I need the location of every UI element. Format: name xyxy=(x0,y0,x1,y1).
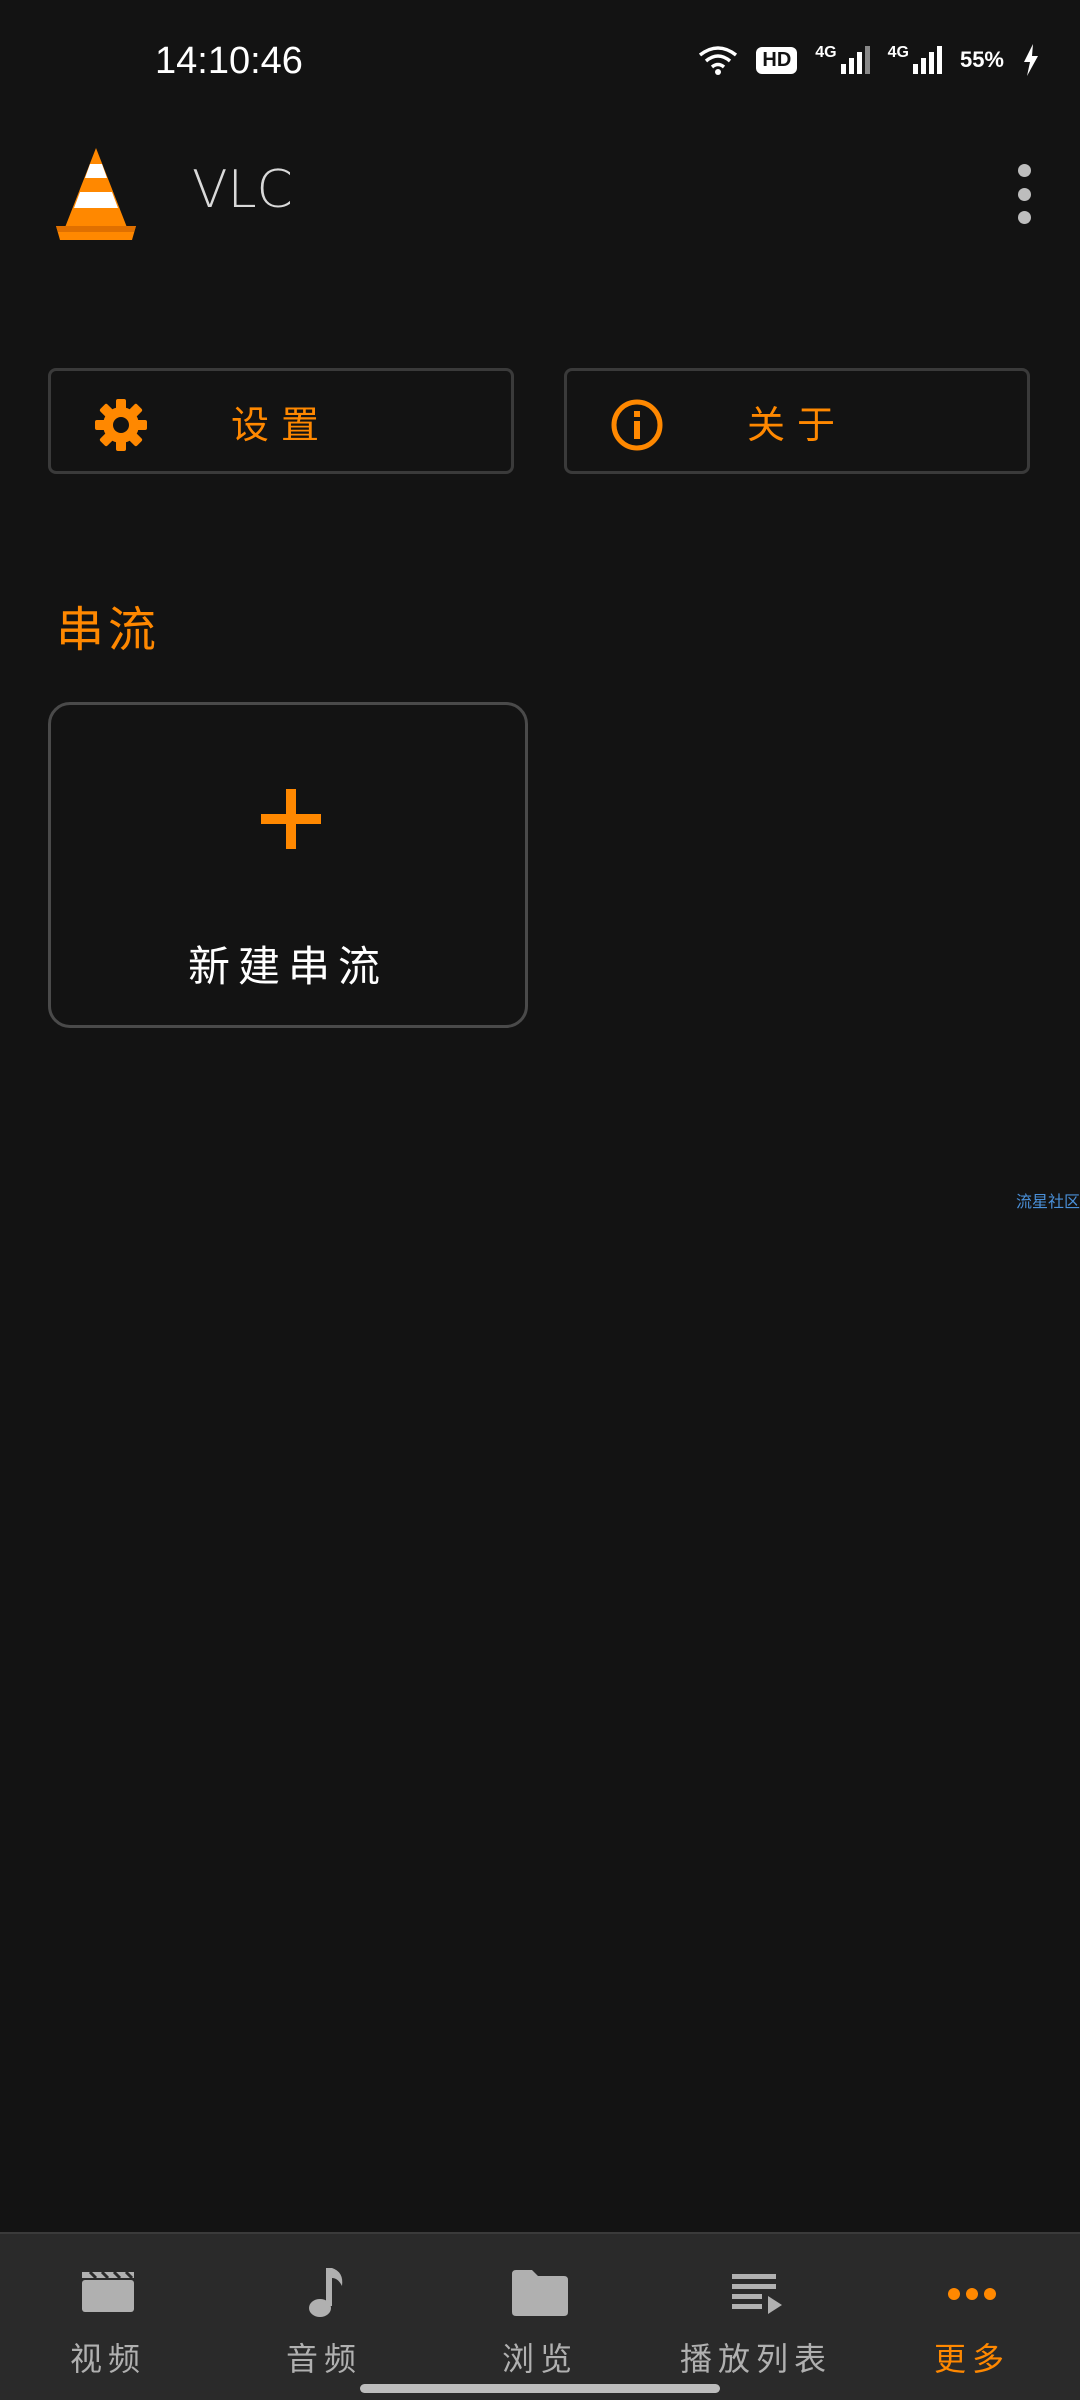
signal-bars-2-icon xyxy=(912,46,942,74)
video-icon xyxy=(82,2270,134,2312)
nav-label-video: 视频 xyxy=(69,2340,146,2378)
nav-label-browse: 浏览 xyxy=(501,2340,578,2378)
nav-label-more: 更多 xyxy=(933,2340,1010,2378)
playlist-icon xyxy=(732,2274,782,2314)
plus-icon xyxy=(261,789,321,849)
nav-item-more[interactable]: 更多 xyxy=(864,2234,1080,2400)
nav-label-audio: 音频 xyxy=(285,2340,362,2378)
signal-1: 4G xyxy=(815,44,870,74)
network-type-2: 4G xyxy=(887,44,909,61)
watermark: 流星社区 xyxy=(1016,1192,1080,1211)
status-time: 14:10:46 xyxy=(155,40,303,82)
settings-button[interactable]: 设置 xyxy=(48,368,514,474)
nav-label-playlists: 播放列表 xyxy=(679,2340,832,2378)
signal-bars-1-icon xyxy=(840,46,870,74)
about-button[interactable]: 关于 xyxy=(564,368,1030,474)
nav-item-browse[interactable]: 浏览 xyxy=(432,2234,648,2400)
new-stream-label: 新建串流 xyxy=(187,942,388,991)
battery-percent: 55% xyxy=(959,47,1004,72)
section-title-streams: 串流 xyxy=(56,602,161,658)
dot-icon xyxy=(1017,211,1031,224)
dot-icon xyxy=(1017,164,1031,177)
wifi-icon xyxy=(699,46,738,75)
bottom-nav: 视频 音频 浏览 播放列表 更多 xyxy=(0,2232,1080,2400)
settings-label: 设置 xyxy=(230,402,331,447)
overflow-menu-button[interactable] xyxy=(1004,164,1044,224)
app-title: VLC xyxy=(192,160,293,220)
new-stream-card[interactable]: 新建串流 xyxy=(48,702,528,1028)
folder-icon xyxy=(512,2270,568,2316)
network-type-1: 4G xyxy=(815,44,837,61)
signal-2: 4G xyxy=(887,44,942,74)
vlc-cone-icon xyxy=(56,148,136,240)
nav-item-playlists[interactable]: 播放列表 xyxy=(648,2234,864,2400)
app-header: VLC xyxy=(0,130,1080,260)
more-icon xyxy=(948,2288,996,2300)
hd-badge: HD xyxy=(756,46,798,74)
nav-item-audio[interactable]: 音频 xyxy=(216,2234,432,2400)
home-indicator[interactable] xyxy=(360,2384,720,2393)
status-bar: 14:10:46 HD 4G 4G 55% xyxy=(0,0,1080,130)
music-icon xyxy=(309,2268,343,2317)
status-icons: HD 4G 4G 55% xyxy=(698,44,1040,76)
about-label: 关于 xyxy=(746,402,847,447)
charging-bolt-icon xyxy=(1024,44,1038,76)
dot-icon xyxy=(1017,187,1031,201)
nav-item-video[interactable]: 视频 xyxy=(0,2234,216,2400)
